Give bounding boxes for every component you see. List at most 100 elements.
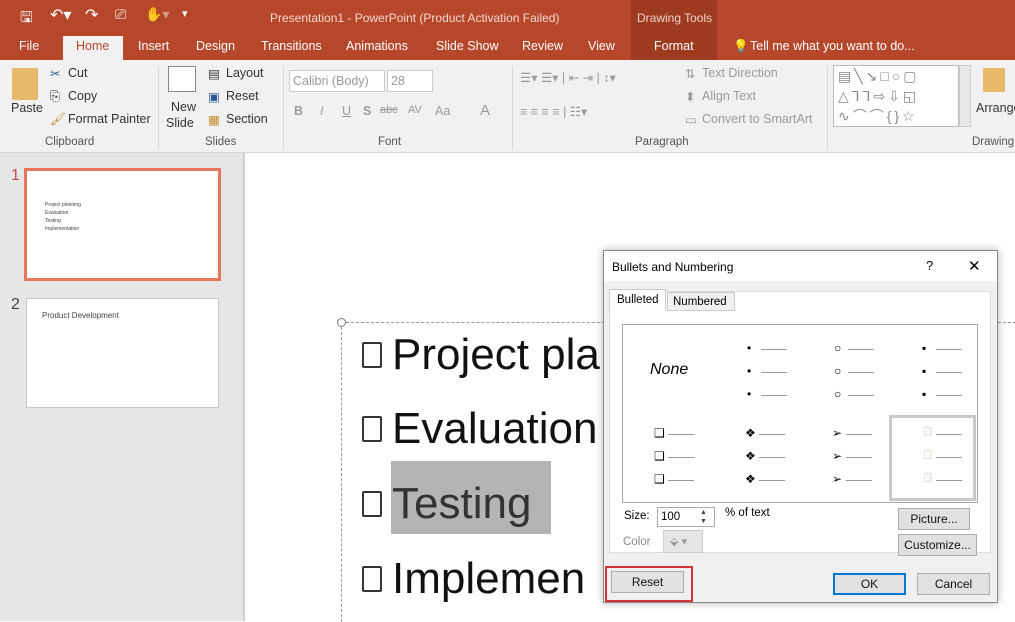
text-direction-button[interactable]: Text Direction xyxy=(702,66,778,80)
shadow-button[interactable]: S xyxy=(363,104,371,118)
new-slide-label[interactable]: Slide xyxy=(166,116,194,130)
tab-transitions[interactable]: Transitions xyxy=(261,39,322,53)
clipboard-bullet-icon xyxy=(362,566,382,592)
bullet-text[interactable]: Testing xyxy=(392,479,531,529)
bullet-line xyxy=(761,372,787,373)
ok-button[interactable]: OK xyxy=(833,573,906,595)
bullet-option-none[interactable]: None xyxy=(650,361,688,379)
tab-slide-show[interactable]: Slide Show xyxy=(436,39,499,53)
format-painter-button[interactable]: Format Painter xyxy=(68,112,151,126)
section-icon: ▦ xyxy=(208,113,220,127)
drawing-group-label: Drawing xyxy=(972,136,1015,148)
cancel-button[interactable]: Cancel xyxy=(917,573,990,595)
bullet-glyph: ❖ xyxy=(745,449,756,463)
align-text-button[interactable]: Align Text xyxy=(702,89,756,103)
window-title: Presentation1 - PowerPoint (Product Acti… xyxy=(270,11,560,25)
help-button[interactable]: ? xyxy=(926,258,933,273)
italic-button[interactable]: I xyxy=(320,104,323,118)
tab-animations[interactable]: Animations xyxy=(346,39,408,53)
bold-button[interactable]: B xyxy=(294,104,303,118)
underline-button[interactable]: U xyxy=(342,104,351,118)
selected-bullet-option[interactable] xyxy=(889,415,976,501)
bullet-glyph: • xyxy=(747,364,752,378)
layout-icon: ▤ xyxy=(208,67,220,81)
bullet-glyph: ▪ xyxy=(922,364,927,378)
arrange-button[interactable]: Arrange xyxy=(976,101,1015,115)
font-color-button[interactable]: A xyxy=(480,102,490,119)
new-slide-icon[interactable] xyxy=(168,66,196,92)
thumb-line: Implementation xyxy=(45,226,80,232)
slide-thumbnail-2[interactable]: Product Development xyxy=(26,298,219,408)
clipboard-bullet-icon xyxy=(362,342,382,368)
bullet-line xyxy=(936,349,962,350)
bullet-glyph: ❑ xyxy=(654,449,665,463)
char-spacing-button[interactable]: AV xyxy=(408,104,422,116)
tab-bulleted[interactable]: Bulleted xyxy=(617,294,659,306)
font-name-box[interactable]: Calibri (Body) xyxy=(293,74,369,88)
bullet-glyph: ➢ xyxy=(832,472,843,486)
text-direction-icon: ⇅ xyxy=(685,67,696,81)
paste-button[interactable]: Paste xyxy=(11,101,43,115)
bullet-glyph: ▪ xyxy=(922,341,927,355)
ribbon: Paste ✂ Cut ⎘ Copy 🖌 Format Painter Clip… xyxy=(0,60,1015,153)
font-size-box[interactable]: 28 xyxy=(391,74,405,88)
thumb-title: Product Development xyxy=(42,311,119,320)
start-slideshow-icon[interactable]: ⎚ xyxy=(115,6,126,23)
bullet-line xyxy=(936,372,962,373)
align-icons[interactable]: ≡ ≡ ≡ ≡ | ☷▾ xyxy=(520,104,587,119)
tab-design[interactable]: Design xyxy=(196,39,235,53)
color-picker[interactable]: ⬙ ▾ xyxy=(663,530,703,553)
bullet-glyph: • xyxy=(747,341,752,355)
tab-numbered[interactable]: Numbered xyxy=(673,296,727,308)
shapes-scrollbar[interactable] xyxy=(959,65,971,127)
paragraph-group-label: Paragraph xyxy=(635,136,689,148)
ribbon-tabs: File Home Insert Design Transitions Anim… xyxy=(0,33,1015,60)
tab-file[interactable]: File xyxy=(19,39,39,53)
strikethrough-button[interactable]: abc xyxy=(380,104,398,116)
bullet-line xyxy=(936,395,962,396)
size-input[interactable]: 100 xyxy=(661,511,680,523)
size-spinner[interactable]: ▲ ▼ xyxy=(700,508,707,526)
bullet-text[interactable]: Evaluation xyxy=(392,404,597,454)
bullets-icon[interactable]: ☰▾ ☰▾ | ⇤ ⇥ | ↕▾ xyxy=(520,70,616,85)
close-button[interactable]: ✕ xyxy=(968,257,981,275)
slide-thumbnail-pane: 1 Project planning Evaluation Testing Im… xyxy=(0,153,243,621)
change-case-button[interactable]: Aa xyxy=(435,104,450,118)
new-slide-button[interactable]: New xyxy=(171,100,196,114)
layout-button[interactable]: Layout xyxy=(226,66,264,80)
format-painter-icon: 🖌 xyxy=(50,112,66,126)
tab-view[interactable]: View xyxy=(588,39,615,53)
bullet-text[interactable]: Project pla xyxy=(392,330,600,380)
touch-mode-icon[interactable]: ✋▾ xyxy=(145,6,169,23)
tell-me-input[interactable]: Tell me what you want to do... xyxy=(750,39,915,53)
bullet-text[interactable]: Implemen xyxy=(392,554,585,604)
bullet-line xyxy=(668,480,694,481)
slide-thumbnail-1[interactable]: Project planning Evaluation Testing Impl… xyxy=(24,168,221,281)
tab-review[interactable]: Review xyxy=(522,39,563,53)
copy-button[interactable]: Copy xyxy=(68,89,97,103)
reset-button[interactable]: Reset xyxy=(611,571,684,593)
tab-format[interactable]: Format xyxy=(654,39,694,53)
bullet-gallery[interactable]: None • • • ○ ○ ○ ▪ ▪ ▪ ❑ ❑ ❑ ❖ ❖ ❖ ➢ ➢ ➢ 📋 📋 📋 xyxy=(622,324,978,503)
cut-button[interactable]: Cut xyxy=(68,66,87,80)
picture-button[interactable]: Picture... xyxy=(898,508,970,530)
tab-insert[interactable]: Insert xyxy=(138,39,169,53)
tab-home[interactable]: Home xyxy=(76,39,109,53)
undo-icon[interactable]: ↶▾ xyxy=(50,5,71,25)
font-group-label: Font xyxy=(378,136,402,148)
bullet-glyph: ○ xyxy=(834,364,842,378)
bullet-glyph: ○ xyxy=(834,341,842,355)
shapes-gallery[interactable]: ▤╲↘□○▢ △⅂⅂⇨⇩◱ ∿⌒⌒{}☆ xyxy=(833,65,959,127)
bullet-line xyxy=(848,349,874,350)
resize-handle[interactable] xyxy=(337,318,346,327)
customize-button[interactable]: Customize... xyxy=(898,534,977,556)
redo-icon[interactable]: ↷ xyxy=(85,5,98,25)
convert-smartart-button[interactable]: Convert to SmartArt xyxy=(702,112,812,126)
customize-qat-icon[interactable]: ▾ xyxy=(182,7,188,20)
cut-icon: ✂ xyxy=(50,67,61,81)
section-button[interactable]: Section xyxy=(226,112,268,126)
reset-slide-button[interactable]: Reset xyxy=(226,89,259,103)
clipboard-bullet-icon xyxy=(362,491,382,517)
save-icon[interactable]: 🖫 xyxy=(20,7,33,32)
paste-icon[interactable] xyxy=(12,68,38,100)
